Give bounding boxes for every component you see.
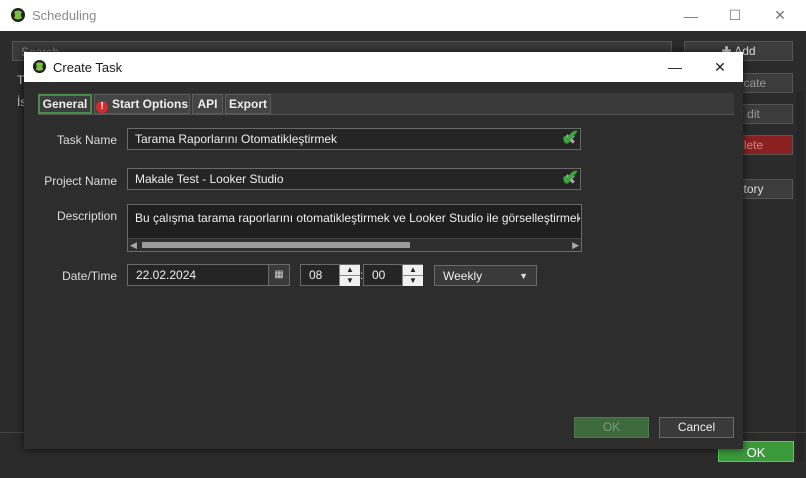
minimize-button[interactable]: —	[668, 0, 714, 31]
dialog-close-button[interactable]: ✕	[697, 52, 743, 82]
datetime-label: Date/Time	[62, 269, 117, 283]
task-name-label: Task Name	[56, 133, 117, 147]
hour-stepper[interactable]: 08 ▲ ▼	[300, 264, 360, 286]
scrollbar[interactable]	[796, 91, 804, 461]
dialog-minimize-button[interactable]: —	[652, 52, 698, 82]
project-name-value: Makale Test - Looker Studio	[135, 172, 284, 186]
checkmark-icon: ✔	[561, 165, 580, 190]
project-name-label: Project Name	[44, 174, 117, 188]
dialog-body: General ! Start Options API Export Task N…	[24, 82, 743, 449]
scroll-right-icon[interactable]: ▶	[572, 239, 579, 251]
date-input[interactable]: 22.02.2024 ▦	[127, 264, 290, 286]
scroll-left-icon[interactable]: ◀	[130, 239, 137, 251]
close-button[interactable]: ✕	[757, 0, 803, 31]
increment-minute-icon[interactable]: ▲	[402, 265, 423, 276]
increment-hour-icon[interactable]: ▲	[339, 265, 360, 276]
checkmark-icon: ✔	[561, 125, 580, 150]
description-value: Bu çalışma tarama raporlarını otomatikle…	[135, 211, 580, 225]
minute-stepper[interactable]: 00 ▲ ▼	[363, 264, 423, 286]
task-name-value: Tarama Raporlarını Otomatikleştirmek	[135, 132, 338, 146]
create-task-dialog: Create Task — ✕ General ! Start Options A…	[24, 52, 743, 449]
tab-bar: General ! Start Options API Export	[38, 93, 734, 115]
scrollbar-thumb[interactable]	[142, 242, 410, 248]
tab-start-options[interactable]: ! Start Options	[94, 94, 190, 114]
calendar-icon[interactable]: ▦	[268, 265, 289, 285]
horizontal-scrollbar[interactable]: ◀ ▶	[128, 238, 581, 251]
tab-export[interactable]: Export	[225, 94, 271, 114]
maximize-button[interactable]: ☐	[712, 0, 758, 31]
dialog-title: Create Task	[53, 60, 123, 75]
tab-general[interactable]: General	[38, 94, 92, 114]
decrement-hour-icon[interactable]: ▼	[339, 276, 360, 286]
warning-icon: !	[95, 101, 108, 113]
decrement-minute-icon[interactable]: ▼	[402, 276, 423, 286]
minute-spin-buttons: ▲ ▼	[402, 265, 423, 286]
description-field[interactable]: Bu çalışma tarama raporlarını otomatikle…	[127, 204, 582, 252]
dialog-cancel-button[interactable]: Cancel	[659, 417, 734, 438]
dialog-ok-button[interactable]: OK	[574, 417, 649, 438]
scheduling-titlebar: Scheduling — ☐ ✕	[0, 0, 806, 31]
dialog-titlebar: Create Task — ✕	[24, 52, 743, 82]
recurrence-value: Weekly	[443, 269, 483, 283]
app-logo-icon	[11, 8, 25, 22]
chevron-down-icon: ▼	[519, 271, 528, 281]
description-label: Description	[56, 209, 117, 223]
window-title: Scheduling	[32, 8, 97, 23]
tab-start-options-label: Start Options	[111, 97, 188, 111]
hour-spin-buttons: ▲ ▼	[339, 265, 360, 286]
recurrence-dropdown[interactable]: Weekly ▼	[434, 265, 537, 286]
tab-api[interactable]: API	[192, 94, 223, 114]
project-name-field[interactable]: Makale Test - Looker Studio ✖	[127, 168, 581, 190]
date-value: 22.02.2024	[136, 268, 197, 282]
hour-value: 08	[309, 268, 323, 282]
app-logo-icon	[32, 59, 47, 74]
task-name-field[interactable]: Tarama Raporlarını Otomatikleştirmek ✖	[127, 128, 581, 150]
minute-value: 00	[372, 268, 386, 282]
